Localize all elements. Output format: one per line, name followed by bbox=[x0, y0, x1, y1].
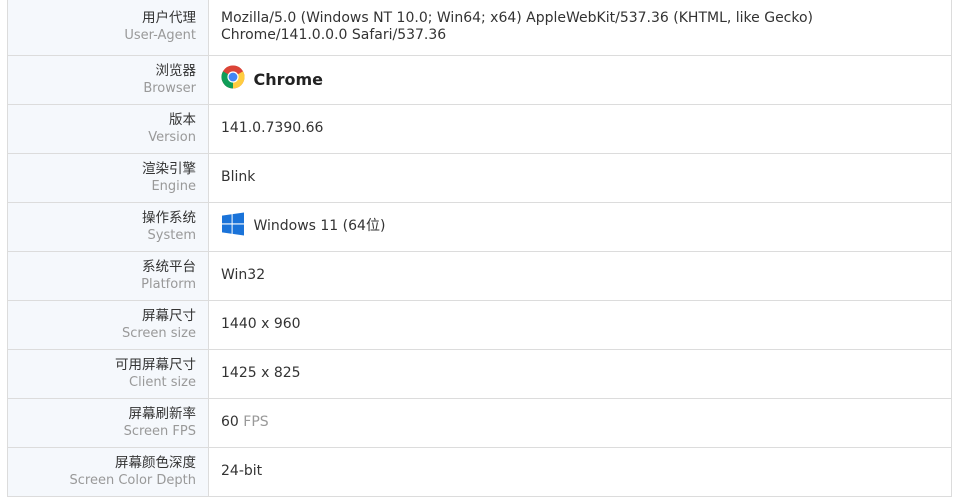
label-zh: 版本 bbox=[169, 111, 196, 128]
value-cell: Win32 bbox=[208, 250, 952, 301]
label-en: Engine bbox=[151, 178, 196, 194]
screen-size-value: 1440 x 960 bbox=[221, 316, 301, 332]
label-zh: 屏幕刷新率 bbox=[128, 405, 197, 422]
label-cell: 浏览器 Browser bbox=[7, 54, 209, 105]
label-cell: 可用屏幕尺寸 Client size bbox=[7, 348, 209, 399]
engine-value: Blink bbox=[221, 169, 256, 185]
label-cell: 操作系统 System bbox=[7, 201, 209, 252]
label-zh: 屏幕尺寸 bbox=[142, 307, 196, 324]
browser-info-table: 用户代理 User-Agent Mozilla/5.0 (Windows NT … bbox=[7, 0, 952, 497]
row-system: 操作系统 System Windows 11 (64位) bbox=[7, 201, 952, 252]
label-cell: 系统平台 Platform bbox=[7, 250, 209, 301]
row-client-size: 可用屏幕尺寸 Client size 1425 x 825 bbox=[7, 348, 952, 399]
label-en: Screen Color Depth bbox=[69, 472, 197, 488]
label-en: User-Agent bbox=[124, 28, 196, 44]
row-color-depth: 屏幕颜色深度 Screen Color Depth 24-bit bbox=[7, 446, 952, 497]
label-en: Screen size bbox=[121, 325, 196, 341]
value-cell: 24-bit bbox=[208, 446, 952, 497]
row-screen-size: 屏幕尺寸 Screen size 1440 x 960 bbox=[7, 299, 952, 350]
label-en: Version bbox=[148, 129, 196, 145]
label-zh: 渲染引擎 bbox=[142, 160, 196, 177]
value-cell: Chrome bbox=[208, 54, 952, 105]
user-agent-value: Mozilla/5.0 (Windows NT 10.0; Win64; x64… bbox=[221, 10, 814, 44]
browser-value: Chrome bbox=[253, 70, 323, 89]
label-zh: 用户代理 bbox=[142, 10, 196, 27]
row-version: 版本 Version 141.0.7390.66 bbox=[7, 103, 952, 154]
value-cell: 1440 x 960 bbox=[208, 299, 952, 350]
label-cell: 屏幕刷新率 Screen FPS bbox=[7, 397, 209, 448]
label-en: Browser bbox=[143, 80, 196, 96]
value-cell: 1425 x 825 bbox=[208, 348, 952, 399]
label-cell: 屏幕尺寸 Screen size bbox=[7, 299, 209, 350]
fps-unit: FPS bbox=[243, 414, 269, 430]
label-en: Platform bbox=[141, 276, 196, 292]
label-en: Client size bbox=[129, 374, 196, 390]
label-zh: 可用屏幕尺寸 bbox=[115, 356, 196, 373]
version-value: 141.0.7390.66 bbox=[221, 120, 324, 136]
row-user-agent: 用户代理 User-Agent Mozilla/5.0 (Windows NT … bbox=[7, 0, 952, 56]
label-zh: 屏幕颜色深度 bbox=[115, 454, 196, 471]
system-value: Windows 11 (64位) bbox=[253, 218, 386, 234]
label-zh: 浏览器 bbox=[155, 62, 197, 79]
row-engine: 渲染引擎 Engine Blink bbox=[7, 152, 952, 203]
fps-value: 60 bbox=[221, 414, 239, 430]
label-cell: 渲染引擎 Engine bbox=[7, 152, 209, 203]
label-en: System bbox=[147, 227, 196, 243]
chrome-icon bbox=[221, 65, 245, 94]
row-platform: 系统平台 Platform Win32 bbox=[7, 250, 952, 301]
label-cell: 版本 Version bbox=[7, 103, 209, 154]
value-cell: 60 FPS bbox=[208, 397, 952, 448]
windows-icon bbox=[221, 212, 245, 241]
value-cell: 141.0.7390.66 bbox=[208, 103, 952, 154]
label-en: Screen FPS bbox=[123, 423, 196, 439]
row-screen-fps: 屏幕刷新率 Screen FPS 60 FPS bbox=[7, 397, 952, 448]
label-cell: 屏幕颜色深度 Screen Color Depth bbox=[7, 446, 209, 497]
platform-value: Win32 bbox=[221, 267, 266, 283]
value-cell: Blink bbox=[208, 152, 952, 203]
label-cell: 用户代理 User-Agent bbox=[7, 0, 209, 56]
client-size-value: 1425 x 825 bbox=[221, 365, 301, 381]
color-depth-value: 24-bit bbox=[221, 463, 263, 479]
value-cell: Mozilla/5.0 (Windows NT 10.0; Win64; x64… bbox=[208, 0, 952, 56]
label-zh: 操作系统 bbox=[142, 209, 196, 226]
value-cell: Windows 11 (64位) bbox=[208, 201, 952, 252]
row-browser: 浏览器 Browser Chrome bbox=[7, 54, 952, 105]
label-zh: 系统平台 bbox=[142, 258, 196, 275]
